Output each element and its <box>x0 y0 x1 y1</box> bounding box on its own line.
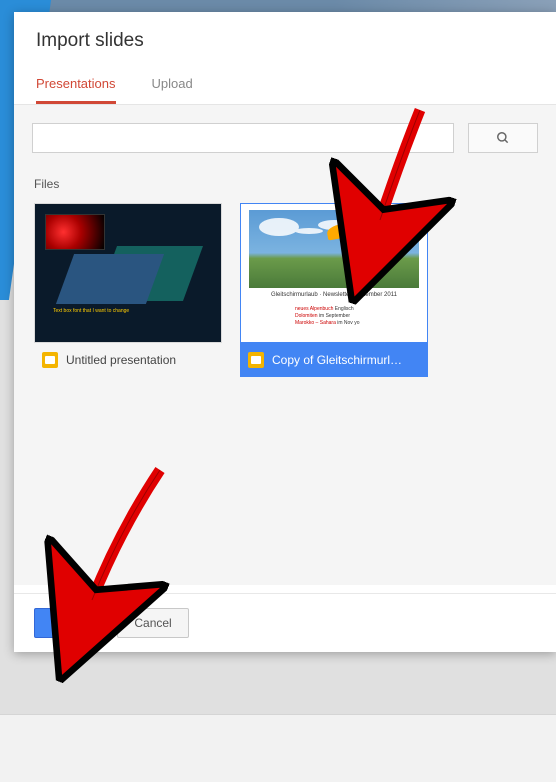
page-footer-strip <box>0 714 556 782</box>
search-icon <box>496 131 510 145</box>
file-thumbnail: Gleitschirmurlaub · Newsletter September… <box>240 203 428 343</box>
dialog-footer: Select Cancel <box>14 593 556 652</box>
file-name: Copy of Gleitschirmurl… <box>272 353 402 367</box>
search-button[interactable] <box>468 123 538 153</box>
search-row <box>14 123 556 153</box>
thumb-text: Text box font that I want to change <box>53 308 129 315</box>
search-input[interactable] <box>32 123 454 153</box>
slides-icon <box>248 352 264 368</box>
files-section-label: Files <box>14 177 556 203</box>
import-slides-dialog: Import slides Presentations Upload Files <box>14 12 556 652</box>
thumb-caption: Gleitschirmurlaub · Newsletter September… <box>241 292 427 298</box>
dialog-content: Files Text box font that I want to chang… <box>14 105 556 585</box>
tabs-row: Presentations Upload <box>14 68 556 105</box>
files-grid: Text box font that I want to change Unti… <box>14 203 556 377</box>
tab-upload[interactable]: Upload <box>152 68 193 104</box>
thumb-lines: neues Alpenbuch Englisch Dolomiten im Se… <box>295 306 359 327</box>
file-label-row: Copy of Gleitschirmurl… <box>240 343 428 377</box>
file-label-row: Untitled presentation <box>34 343 222 377</box>
slides-icon <box>42 352 58 368</box>
select-button[interactable]: Select <box>34 608 103 638</box>
dialog-title: Import slides <box>14 12 556 68</box>
file-name: Untitled presentation <box>66 353 176 367</box>
file-card[interactable]: Text box font that I want to change Unti… <box>34 203 222 377</box>
tab-presentations[interactable]: Presentations <box>36 68 116 104</box>
file-card-selected[interactable]: Gleitschirmurlaub · Newsletter September… <box>240 203 428 377</box>
file-thumbnail: Text box font that I want to change <box>34 203 222 343</box>
cancel-button[interactable]: Cancel <box>117 608 188 638</box>
background-strip <box>0 0 556 12</box>
